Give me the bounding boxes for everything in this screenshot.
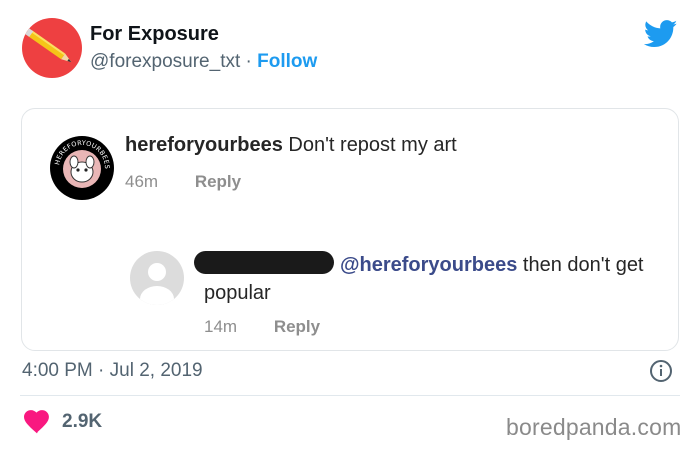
comment-1-reply: Reply xyxy=(194,172,242,191)
comment-2-meta: 14m Reply xyxy=(204,317,320,337)
person-silhouette-icon xyxy=(140,263,174,305)
comment-2-line2: popular xyxy=(204,282,271,304)
comment-1: hereforyourbees Don't repost my art xyxy=(125,134,457,157)
divider xyxy=(20,395,680,396)
redacted-username xyxy=(194,251,334,274)
comment-2-mention: @hereforyourbees xyxy=(340,254,518,276)
twitter-bird-icon[interactable] xyxy=(644,20,678,48)
comment-2-time: 14m xyxy=(204,317,238,336)
heart-icon[interactable] xyxy=(24,410,50,434)
info-icon[interactable] xyxy=(649,359,673,383)
watermark: boredpanda.com xyxy=(506,414,682,440)
comment-2-line1: @hereforyourbees then don't get xyxy=(340,254,644,277)
tweet-timestamp[interactable]: 4:00 PM · Jul 2, 2019 xyxy=(22,360,203,382)
like-count[interactable]: 2.9K xyxy=(62,411,102,433)
comment-1-username: hereforyourbees xyxy=(125,134,283,156)
comment-1-text: Don't repost my art xyxy=(288,134,457,156)
author-name[interactable]: For Exposure xyxy=(90,23,219,46)
default-avatar xyxy=(130,251,184,305)
commenter-avatar: HEREFORYOURBEES xyxy=(50,136,114,200)
author-avatar[interactable] xyxy=(22,18,82,78)
author-handle[interactable]: @forexposure_txt xyxy=(90,51,240,72)
comment-2-text: then don't get xyxy=(522,254,644,276)
comment-1-meta: 46m Reply xyxy=(125,172,241,192)
handle-line: @forexposure_txt · Follow xyxy=(90,51,317,73)
separator-dot: · xyxy=(245,51,252,72)
embedded-image-card[interactable]: HEREFORYOURBEES hereforyourbees Don't re… xyxy=(21,108,679,351)
follow-button[interactable]: Follow xyxy=(257,51,317,72)
bee-logo-icon: HEREFORYOURBEES xyxy=(51,137,113,199)
comment-1-time: 46m xyxy=(125,172,159,191)
pencil-icon xyxy=(25,28,72,63)
comment-2-reply: Reply xyxy=(273,317,321,336)
